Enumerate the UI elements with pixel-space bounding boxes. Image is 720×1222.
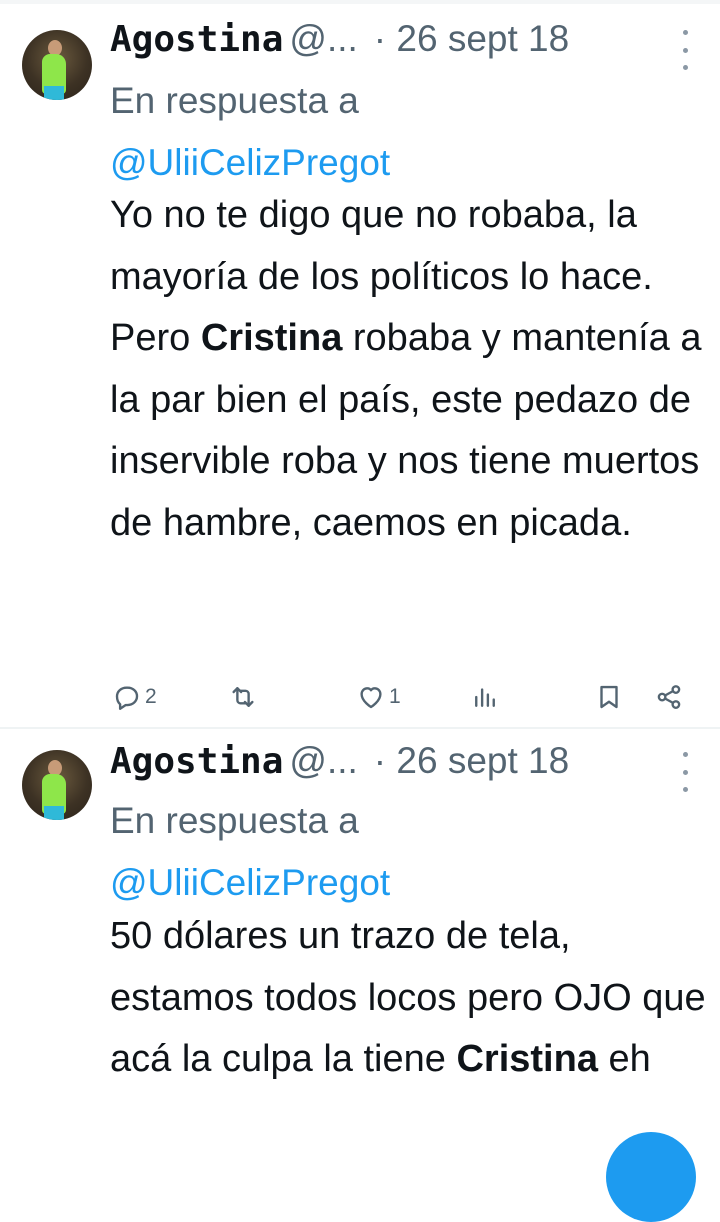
author-name[interactable]: Agostina [110, 19, 283, 60]
views-icon [475, 688, 495, 707]
retweet-icon [232, 687, 254, 707]
views-button[interactable] [470, 672, 500, 722]
reply-prefix: En respuesta a [110, 800, 359, 841]
reply-context: En respuesta a @UliiCelizPregot [110, 70, 630, 194]
tweet-text: Yo no te digo que no robaba, la mayoría … [110, 185, 710, 554]
avatar[interactable] [22, 30, 92, 100]
bookmark-icon [600, 685, 618, 709]
tweet-text: 50 dólares un trazo de tela, estamos tod… [110, 906, 710, 1091]
reply-button[interactable]: 2 [112, 672, 157, 722]
like-count: 1 [389, 685, 401, 708]
compose-button[interactable] [606, 1132, 696, 1222]
more-icon[interactable] [678, 30, 692, 70]
author-name[interactable]: Agostina [110, 741, 283, 782]
tweet-header: Agostina @... · 26 sept 18 [110, 18, 569, 66]
tweet[interactable]: Agostina @... · 26 sept 18 En respuesta … [0, 0, 720, 728]
tweet-text-bold: Cristina [200, 317, 343, 359]
tweet-actions: 2 1 [0, 672, 720, 722]
author-handle[interactable]: @... [289, 740, 357, 782]
reply-prefix: En respuesta a [110, 80, 359, 121]
like-button[interactable]: 1 [356, 672, 401, 722]
share-icon [657, 685, 681, 709]
bookmark-button[interactable] [594, 672, 624, 722]
heart-icon [360, 687, 382, 709]
reply-mention-link[interactable]: @UliiCelizPregot [110, 142, 390, 183]
author-handle[interactable]: @... [289, 18, 357, 60]
share-button[interactable] [654, 672, 684, 722]
more-icon[interactable] [678, 752, 692, 792]
tweet[interactable]: Agostina @... · 26 sept 18 En respuesta … [0, 730, 720, 1156]
tweet-text-bold: Cristina [456, 1038, 598, 1080]
reply-mention-link[interactable]: @UliiCelizPregot [110, 862, 390, 903]
reply-count: 2 [145, 685, 157, 708]
avatar[interactable] [22, 750, 92, 820]
tweet-date[interactable]: · 26 sept 18 [374, 740, 569, 782]
tweet-text-part: robaba y mantenía a la par bien el país,… [110, 317, 702, 544]
tweet-date[interactable]: · 26 sept 18 [374, 18, 569, 60]
tweet-text-part: eh [608, 1038, 651, 1080]
tweet-header: Agostina @... · 26 sept 18 [110, 740, 569, 788]
retweet-button[interactable] [228, 672, 258, 722]
reply-context: En respuesta a @UliiCelizPregot [110, 790, 630, 914]
reply-icon [115, 686, 139, 710]
divider [0, 727, 720, 729]
